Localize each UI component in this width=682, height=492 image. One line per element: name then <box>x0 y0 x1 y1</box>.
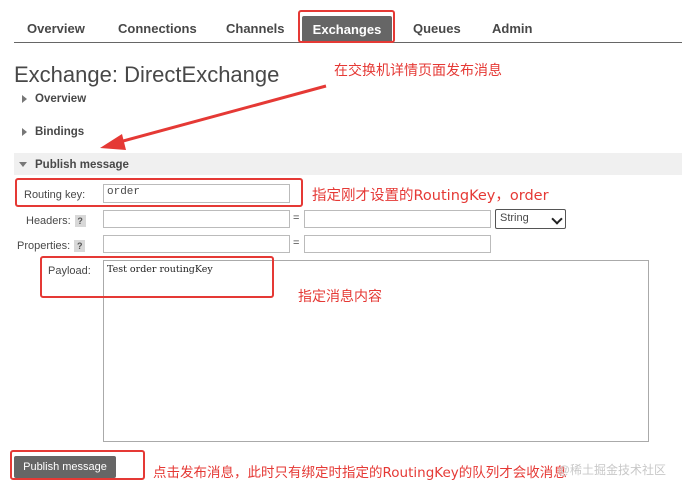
help-icon[interactable]: ? <box>74 240 86 253</box>
property-key-input[interactable] <box>103 235 290 253</box>
section-overview[interactable]: Overview <box>14 93 86 105</box>
annotation-publish-on-exchange: 在交换机详情页面发布消息 <box>334 63 502 79</box>
section-overview-label: Overview <box>35 93 87 105</box>
chevron-down-icon <box>19 162 27 168</box>
annotation-routing-key: 指定刚才设置的RoutingKey，order <box>312 188 549 204</box>
properties-label-text: Properties: <box>17 240 71 252</box>
header-key-input[interactable] <box>103 210 290 228</box>
section-publish-label: Publish message <box>35 159 129 171</box>
section-bindings-label: Bindings <box>35 126 85 138</box>
equals-sign: = <box>293 212 300 224</box>
tab-channels[interactable]: Channels <box>226 12 285 42</box>
watermark: @稀土掘金技术社区 <box>557 463 666 477</box>
highlight-exchanges-tab <box>298 10 395 43</box>
annotation-publish-button: 点击发布消息，此时只有绑定时指定的RoutingKey的队列才会收消息 <box>153 465 567 481</box>
header-type-value: String <box>500 212 529 224</box>
tab-queues[interactable]: Queues <box>413 12 461 42</box>
property-value-input[interactable] <box>304 235 491 253</box>
headers-label-text: Headers: <box>26 215 71 227</box>
properties-label: Properties:? <box>17 240 86 253</box>
section-publish[interactable]: Publish message <box>14 159 129 171</box>
headers-label: Headers:? <box>26 215 86 228</box>
highlight-payload <box>40 256 274 298</box>
header-type-select[interactable]: String <box>495 209 566 229</box>
tab-overview[interactable]: Overview <box>27 12 85 42</box>
annotation-payload: 指定消息内容 <box>298 289 382 305</box>
section-bindings[interactable]: Bindings <box>14 126 84 138</box>
chevron-down-icon <box>551 213 563 225</box>
help-icon[interactable]: ? <box>74 215 86 228</box>
chevron-right-icon <box>22 94 27 103</box>
highlight-publish-button <box>10 450 145 480</box>
header-value-input[interactable] <box>304 210 491 228</box>
tab-admin[interactable]: Admin <box>492 12 532 42</box>
highlight-routing-key <box>15 178 303 207</box>
equals-sign: = <box>293 237 300 249</box>
page-title: Exchange: DirectExchange <box>14 62 280 87</box>
tab-connections[interactable]: Connections <box>118 12 197 42</box>
chevron-right-icon <box>22 127 27 136</box>
